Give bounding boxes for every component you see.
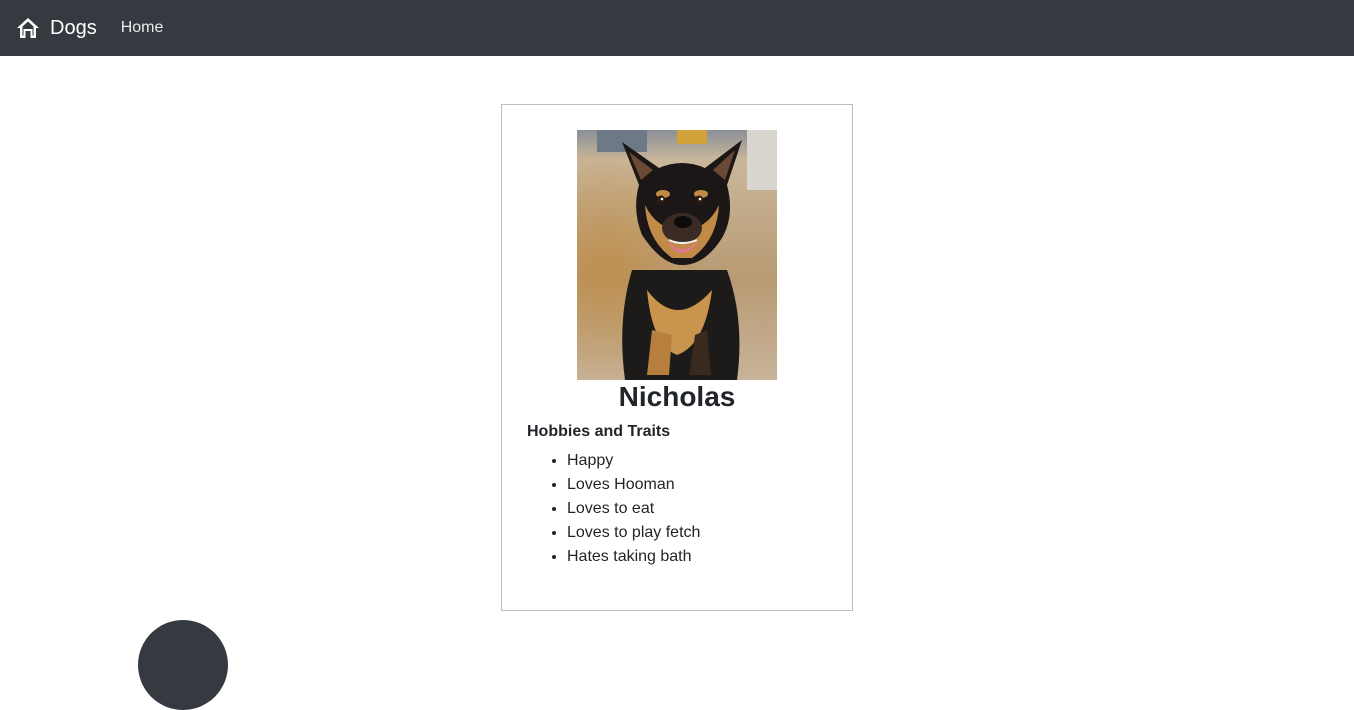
top-navbar: Dogs Home	[0, 0, 1354, 56]
brand-link[interactable]: Dogs	[16, 16, 97, 40]
floating-action-button[interactable]	[138, 620, 228, 710]
home-icon	[17, 18, 39, 38]
list-item: Loves Hooman	[567, 473, 700, 497]
dog-photo	[577, 130, 777, 380]
dog-name: Nicholas	[618, 381, 736, 412]
dog-card: Nicholas Hobbies and Traits Happy Loves …	[501, 104, 853, 611]
nav-link-home[interactable]: Home	[121, 19, 164, 37]
list-item: Hates taking bath	[567, 545, 700, 569]
traits-list: Happy Loves Hooman Loves to eat Loves to…	[527, 449, 700, 569]
list-item: Happy	[567, 449, 700, 473]
list-item: Loves to play fetch	[567, 521, 700, 545]
traits-heading: Hobbies and Traits	[527, 423, 671, 440]
brand-title: Dogs	[50, 16, 97, 39]
list-item: Loves to eat	[567, 497, 700, 521]
